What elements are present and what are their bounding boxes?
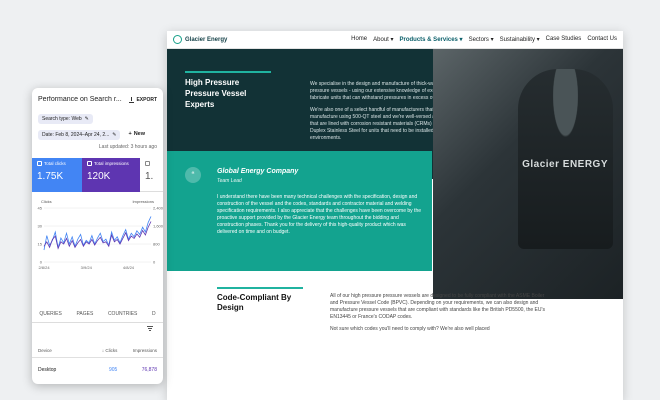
photo-brand-text: Glacier ENERGY (522, 159, 608, 170)
last-updated: Last updated: 3 hours ago (98, 144, 157, 150)
nav-products-services[interactable]: Products & Services ▾ (400, 36, 463, 43)
table-header: Device ↓ Clicks Impressions (32, 344, 163, 358)
y2-tick-label: 800 (153, 242, 160, 247)
new-filter-button[interactable]: + New (128, 131, 145, 137)
code-paragraph-1: All of our high pressure pressure vessel… (330, 293, 545, 320)
x-tick-label: 3/9/24 (81, 265, 93, 270)
x-tick-label: 4/8/24 (123, 265, 135, 270)
y-tick-label: 30 (38, 224, 43, 229)
gsc-header: Performance on Search r... EXPORT (32, 88, 163, 107)
export-label: EXPORT (136, 96, 157, 103)
metric-cards: Total clicks 1.75K Total impressions 120… (32, 158, 163, 192)
avg-ctr-card[interactable]: 1. (140, 158, 163, 192)
performance-chart: Clicks Impressions 0 15 30 45 0 800 1,600 2,400 2/… (32, 194, 163, 274)
nav-case-studies[interactable]: Case Studies (546, 36, 582, 43)
total-impressions-label: Total impressions (94, 161, 129, 166)
table-row[interactable]: Desktop 905 76,878 (32, 363, 163, 377)
date-range-label: Date: Feb 8, 2024–Apr 24, 2... (42, 132, 110, 138)
nav-contact-us[interactable]: Contact Us (587, 36, 617, 43)
y2-axis-title: Impressions (132, 199, 154, 204)
nav-home[interactable]: Home (351, 36, 367, 43)
checkbox-icon (87, 161, 92, 166)
new-label: New (133, 131, 145, 137)
download-icon (129, 96, 135, 103)
quote-icon: “ (185, 167, 201, 183)
tab-queries[interactable]: QUERIES (39, 311, 62, 317)
checkbox-icon (37, 161, 42, 166)
testimonial-card: “ Global Energy Company Team Lead I unde… (167, 151, 432, 271)
testimonial-name: Global Energy Company (217, 168, 299, 175)
third-metric-value: 1. (145, 171, 154, 182)
website-screenshot: Glacier Energy Home About ▾ Products & S… (167, 31, 623, 400)
x-tick-label: 2/8/24 (38, 265, 50, 270)
checkbox-icon (145, 161, 150, 166)
header-impressions[interactable]: Impressions (117, 348, 157, 353)
site-brand-name: Glacier Energy (185, 36, 228, 43)
y-tick-label: 45 (38, 206, 43, 211)
search-type-chip[interactable]: Search type: Web ✎ (38, 114, 93, 124)
y2-tick-label: 2,400 (153, 206, 163, 211)
row-clicks: 905 (108, 367, 118, 373)
nav-sustainability[interactable]: Sustainability ▾ (500, 36, 540, 43)
nav-sectors[interactable]: Sectors ▾ (469, 36, 494, 43)
gsc-title: Performance on Search r... (38, 96, 122, 103)
edit-pencil-icon: ✎ (84, 116, 89, 122)
tab-countries[interactable]: COUNTRIES (108, 311, 137, 317)
hero-title: High Pressure Pressure Vessel Experts (185, 71, 275, 110)
nav-about[interactable]: About ▾ (373, 36, 393, 43)
y2-tick-label: 1,600 (153, 224, 163, 229)
code-compliant-title: Code-Compliant By Design (217, 287, 307, 313)
dimension-tabs: QUERIES PAGES COUNTRIES D (32, 306, 163, 323)
total-clicks-card[interactable]: Total clicks 1.75K (32, 158, 82, 192)
header-device[interactable]: Device (38, 348, 83, 353)
filter-icon[interactable] (147, 326, 153, 331)
glacier-logo-icon (173, 35, 182, 44)
nav-menu: Home About ▾ Products & Services ▾ Secto… (351, 36, 617, 43)
total-clicks-value: 1.75K (37, 171, 64, 182)
row-impressions: 76,878 (141, 367, 157, 373)
code-compliant-text: All of our high pressure pressure vessel… (330, 293, 550, 338)
testimonial-role: Team Lead (217, 178, 242, 184)
site-logo[interactable]: Glacier Energy (173, 35, 227, 44)
export-button[interactable]: EXPORT (129, 96, 157, 103)
code-paragraph-2: Not sure which codes you'll need to comp… (330, 326, 490, 332)
total-clicks-label: Total clicks (44, 161, 66, 166)
search-type-label: Search type: Web (42, 116, 82, 122)
edit-pencil-icon: ✎ (112, 132, 117, 138)
y2-tick-label: 0 (153, 260, 156, 265)
testimonial-text: I understand there have been many techni… (217, 194, 422, 235)
y-tick-label: 15 (38, 242, 43, 247)
y-tick-label: 0 (40, 260, 43, 265)
worker-photo: Glacier ENERGY (433, 49, 623, 299)
row-device: Desktop (38, 367, 57, 373)
total-impressions-card[interactable]: Total impressions 120K (82, 158, 140, 192)
y-axis-title: Clicks (41, 199, 52, 204)
chart-svg: Clicks Impressions 0 15 30 45 0 800 1,600 2,400 2/… (38, 199, 163, 270)
series-line-clicks (43, 216, 152, 251)
header-clicks[interactable]: ↓ Clicks (83, 348, 118, 353)
header-clicks-label: Clicks (105, 348, 118, 353)
plus-icon: + (128, 131, 132, 137)
total-impressions-value: 120K (87, 171, 111, 182)
site-navbar: Glacier Energy Home About ▾ Products & S… (167, 31, 623, 49)
date-range-chip[interactable]: Date: Feb 8, 2024–Apr 24, 2... ✎ (38, 130, 121, 140)
tab-devices[interactable]: D (152, 311, 156, 317)
tab-pages[interactable]: PAGES (76, 311, 93, 317)
search-console-card: Performance on Search r... EXPORT Search… (32, 88, 163, 384)
